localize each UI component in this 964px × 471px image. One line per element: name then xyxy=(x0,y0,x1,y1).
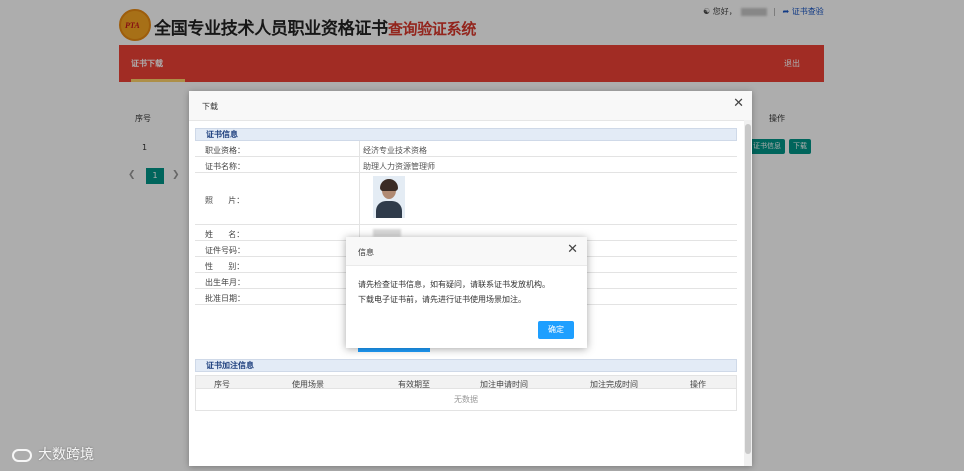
note-section-title: 证书加注信息 xyxy=(195,359,737,372)
ok-button[interactable]: 确定 xyxy=(538,321,574,339)
download-dialog-title: 下载 xyxy=(202,102,218,111)
close-icon[interactable]: ✕ xyxy=(567,243,578,257)
info-label: 照 片： xyxy=(205,196,245,205)
info-label: 性 别： xyxy=(205,262,245,271)
watermark: 大数跨境 xyxy=(12,444,94,464)
photo-hair xyxy=(380,179,398,191)
info-row-photo: 照 片： xyxy=(195,173,737,225)
info-label: 证件号码： xyxy=(205,246,245,255)
watermark-logo-icon xyxy=(12,448,32,462)
info-dialog: 信息 ✕ 请先检查证书信息，如有疑问，请联系证书发放机构。 下载电子证书前，请先… xyxy=(346,237,587,348)
info-label: 批准日期： xyxy=(205,294,245,303)
watermark-text: 大数跨境 xyxy=(38,447,94,463)
info-message-line-1: 请先检查证书信息，如有疑问，请联系证书发放机构。 xyxy=(358,280,550,289)
info-row-cert-name: 证书名称： 助理人力资源管理师 xyxy=(195,157,737,173)
id-photo xyxy=(373,176,405,218)
column-divider xyxy=(359,141,360,156)
info-value: 经济专业技术资格 xyxy=(363,146,427,155)
info-message-line-2: 下载电子证书前，请先进行证书使用场景加注。 xyxy=(358,295,526,304)
note-table-header: 序号 使用场景 有效期至 加注申请时间 加注完成时间 操作 xyxy=(195,375,737,389)
close-icon[interactable]: ✕ xyxy=(733,97,744,111)
info-label: 姓 名： xyxy=(205,230,245,239)
download-dialog-header: 下载 ✕ xyxy=(189,91,752,121)
scrollbar-thumb[interactable] xyxy=(745,124,751,454)
info-row-qualification: 职业资格： 经济专业技术资格 xyxy=(195,141,737,157)
info-label: 出生年月： xyxy=(205,278,245,287)
info-dialog-header: 信息 ✕ xyxy=(346,237,587,266)
info-dialog-title: 信息 xyxy=(358,248,374,257)
photo-body xyxy=(376,201,402,218)
column-divider xyxy=(359,157,360,172)
info-label: 职业资格： xyxy=(205,146,245,155)
cert-section-title: 证书信息 xyxy=(195,128,737,141)
info-value: 助理人力资源管理师 xyxy=(363,162,435,171)
dialog-scrollbar[interactable] xyxy=(744,120,752,466)
name-redacted xyxy=(373,229,401,237)
note-table-empty: 无数据 xyxy=(195,389,737,411)
column-divider xyxy=(359,173,360,224)
info-label: 证书名称： xyxy=(205,162,245,171)
